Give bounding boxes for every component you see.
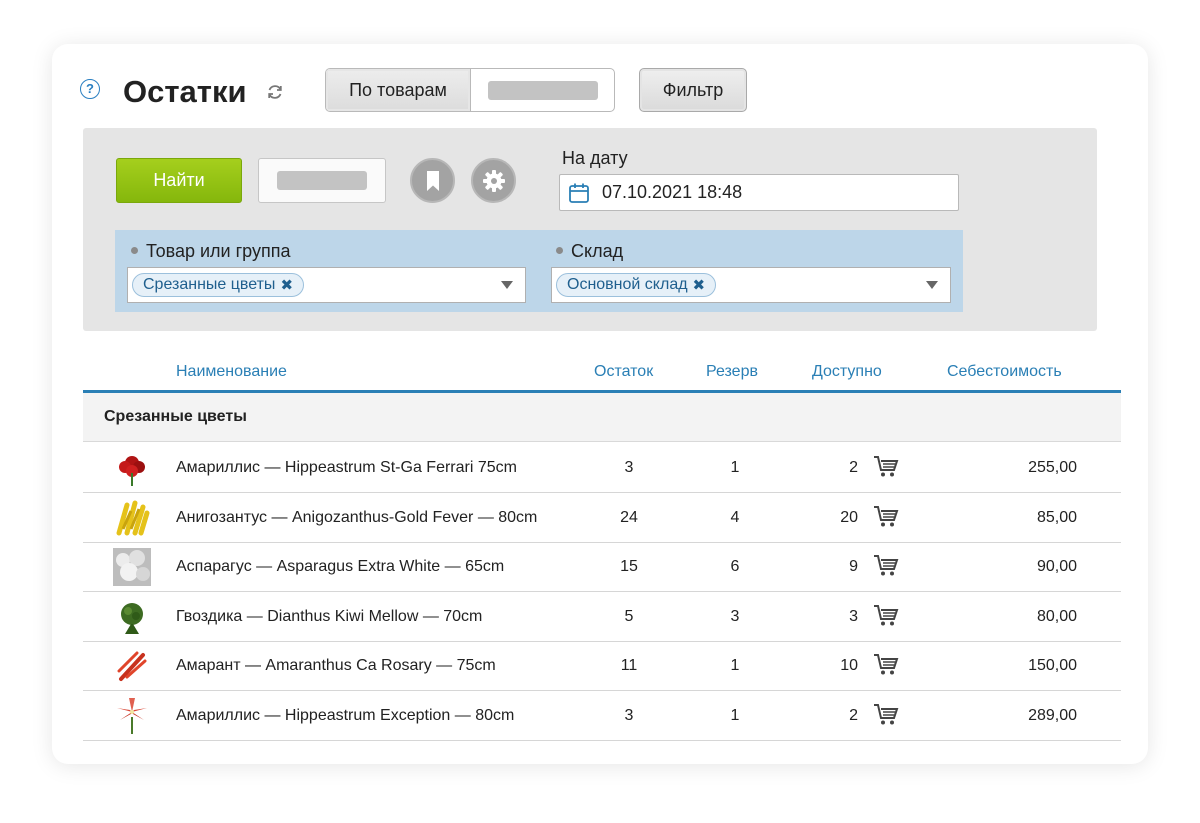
cart-icon[interactable] (873, 652, 899, 676)
product-tag-text: Срезанные цветы (143, 276, 276, 293)
table-row[interactable]: Амариллис — Hippeastrum St-Ga Ferrari 75… (83, 443, 1121, 493)
cart-icon[interactable] (873, 702, 899, 726)
stock-value: 3 (624, 706, 634, 724)
cost-value: 85,00 (1036, 508, 1077, 526)
stock-value: 24 (620, 508, 638, 526)
stock-value: 15 (620, 558, 638, 575)
reserve-value: 6 (730, 558, 740, 575)
cost-value: 90,00 (1036, 558, 1077, 575)
available-value: 3 (849, 607, 858, 625)
cost-value: 289,00 (1028, 706, 1077, 724)
redacted-label-placeholder (487, 80, 598, 100)
table-row[interactable]: Амариллис — Hippeastrum Exception — 80cm… (83, 691, 1121, 741)
chevron-down-icon[interactable] (926, 281, 938, 289)
available-value: 20 (840, 508, 858, 526)
settings-button[interactable] (471, 158, 516, 203)
white-asparagus-thumb (113, 548, 151, 586)
product-filter-label-text: Товар или группа (146, 241, 291, 261)
reserve-value: 3 (730, 607, 740, 625)
reserve-value: 1 (730, 657, 740, 674)
table-row[interactable]: Аспарагус — Asparagus Extra White — 65cm… (83, 542, 1121, 592)
warehouse-tag: Основной склад ✖ (556, 273, 717, 297)
warehouse-filter-label-text: Склад (571, 241, 624, 261)
red-amaryllis-thumb (113, 449, 151, 487)
product-name[interactable]: Гвоздика — Dianthus Kiwi Mellow — 70cm (176, 607, 482, 627)
bullet-icon (131, 246, 138, 254)
filter-button[interactable]: Фильтр (639, 68, 747, 112)
cart-icon[interactable] (873, 504, 899, 528)
stock-value: 5 (624, 607, 634, 625)
reserve-value: 1 (730, 459, 740, 476)
cost-value: 255,00 (1028, 459, 1077, 476)
yellow-anigozanthus-thumb (113, 498, 151, 537)
available-value: 9 (849, 558, 858, 575)
reserve-value: 1 (730, 706, 740, 724)
page-title: Остатки (123, 74, 247, 109)
product-name[interactable]: Амарант — Amaranthus Ca Rosary — 75cm (176, 656, 496, 676)
refresh-icon[interactable] (265, 82, 285, 102)
group-title: Срезанные цветы (104, 408, 247, 425)
cost-value: 80,00 (1036, 607, 1077, 625)
warehouse-select[interactable]: Основной склад ✖ (551, 267, 951, 303)
calendar-icon[interactable] (568, 182, 590, 204)
col-header-reserve[interactable]: Резерв (706, 362, 758, 382)
product-name[interactable]: Анигозантус — Anigozanthus-Gold Fever — … (176, 508, 537, 528)
tab-by-products[interactable]: По товарам (326, 69, 471, 111)
gear-icon (482, 169, 505, 192)
red-amaranthus-thumb (113, 647, 151, 685)
cart-icon[interactable] (873, 553, 899, 577)
table-row[interactable]: Амарант — Amaranthus Ca Rosary — 75cm 11 1… (83, 641, 1121, 691)
available-value: 2 (849, 459, 858, 476)
bullet-icon (556, 246, 563, 254)
bookmark-icon (426, 170, 439, 191)
product-select[interactable]: Срезанные цветы ✖ (127, 267, 526, 303)
reserve-value: 4 (730, 508, 740, 526)
tab-second-view[interactable] (471, 69, 614, 111)
green-dianthus-thumb (113, 597, 151, 636)
table-row[interactable]: Гвоздика — Dianthus Kiwi Mellow — 70cm 5 3… (83, 592, 1121, 642)
cost-value: 150,00 (1028, 657, 1077, 674)
col-header-available[interactable]: Доступно (812, 362, 882, 382)
date-label: На дату (562, 148, 628, 168)
redacted-label-placeholder (277, 171, 367, 190)
secondary-button[interactable] (258, 158, 386, 203)
remove-tag-icon[interactable]: ✖ (280, 276, 293, 294)
bookmark-button[interactable] (410, 158, 455, 203)
warehouse-tag-text: Основной склад (567, 276, 688, 293)
chevron-down-icon[interactable] (501, 281, 513, 289)
product-name[interactable]: Амариллис — Hippeastrum St-Ga Ferrari 75… (176, 458, 517, 478)
product-filter-label: Товар или группа (131, 241, 290, 262)
remove-tag-icon[interactable]: ✖ (693, 276, 706, 294)
date-input[interactable]: 07.10.2021 18:48 (559, 174, 959, 211)
cart-icon[interactable] (873, 603, 899, 627)
col-header-name[interactable]: Наименование (176, 362, 287, 382)
help-icon[interactable]: ? (80, 79, 100, 99)
stock-value: 3 (624, 459, 634, 476)
col-header-cost[interactable]: Себестоимость (947, 362, 1062, 382)
table-row[interactable]: Анигозантус — Anigozanthus-Gold Fever — … (83, 493, 1121, 543)
striped-amaryllis-thumb (113, 696, 151, 735)
available-value: 10 (840, 657, 858, 674)
product-name[interactable]: Амариллис — Hippeastrum Exception — 80cm (176, 706, 514, 726)
find-button[interactable]: Найти (116, 158, 242, 203)
product-name[interactable]: Аспарагус — Asparagus Extra White — 65cm (176, 557, 504, 577)
stock-value: 11 (620, 657, 638, 674)
available-value: 2 (849, 706, 858, 724)
product-tag: Срезанные цветы ✖ (132, 273, 305, 297)
cart-icon[interactable] (873, 454, 899, 478)
date-value: 07.10.2021 18:48 (602, 182, 743, 202)
view-toggle: По товарам (325, 68, 615, 112)
warehouse-filter-label: Склад (556, 241, 623, 262)
col-header-stock[interactable]: Остаток (594, 362, 653, 382)
